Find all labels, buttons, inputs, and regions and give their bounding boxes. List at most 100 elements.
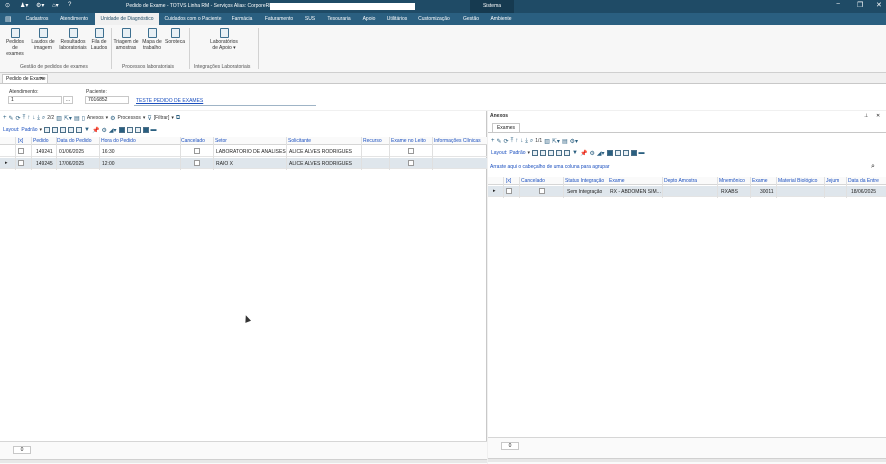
col-header-select[interactable]: [x] bbox=[506, 178, 511, 184]
view-option-icon[interactable] bbox=[606, 150, 613, 156]
cancelado-checkbox[interactable] bbox=[539, 188, 545, 194]
atendimento-lookup-button[interactable]: ... bbox=[63, 96, 73, 104]
print-icon[interactable]: ▤ bbox=[74, 115, 80, 122]
minus-icon[interactable]: ▬ bbox=[151, 127, 157, 133]
row-select-checkbox[interactable] bbox=[18, 148, 24, 154]
col-header-material-biologico[interactable]: Material Biológico bbox=[778, 178, 817, 184]
export-icon[interactable]: ⇱▾ bbox=[552, 138, 560, 145]
last-page-icon[interactable]: ⤓ bbox=[525, 138, 528, 145]
menu-tab-sus[interactable]: SUS bbox=[301, 13, 319, 25]
help-icon[interactable]: ? bbox=[68, 2, 71, 8]
next-icon[interactable]: ↓ bbox=[520, 138, 523, 144]
columns-icon[interactable]: ▥ bbox=[56, 115, 62, 122]
grid-option-icon[interactable] bbox=[532, 150, 539, 156]
menu-tab-atendimento[interactable]: Atendimento bbox=[55, 13, 93, 25]
group-by-hint[interactable]: Arraste aqui o cabeçalho de uma coluna p… bbox=[490, 164, 610, 170]
col-header-jejum[interactable]: Jejum bbox=[826, 178, 839, 184]
table-row[interactable]: ▸ 149245 17/06/2025 12:00 RAIO X ALICE A… bbox=[0, 158, 487, 169]
search-icon[interactable]: ⌕ bbox=[42, 115, 45, 122]
pin-icon[interactable]: 📌 bbox=[92, 127, 99, 134]
view-option-icon[interactable] bbox=[622, 150, 629, 156]
minus-icon[interactable]: ▬ bbox=[639, 150, 645, 156]
system-tab[interactable]: Sistema bbox=[470, 0, 514, 13]
table-row[interactable]: ▸ Sem Integração RX - ABDOMEN SIM... RXA… bbox=[488, 186, 886, 197]
paint-icon[interactable]: ▼ bbox=[84, 127, 90, 133]
minimize-icon[interactable]: − bbox=[836, 1, 840, 8]
cancelado-checkbox[interactable] bbox=[194, 148, 200, 154]
refresh-icon[interactable]: ⟳ bbox=[504, 138, 509, 145]
next-icon[interactable]: ↓ bbox=[32, 115, 35, 121]
first-page-icon[interactable]: ⤒ bbox=[23, 115, 26, 122]
edit-icon[interactable]: ✎ bbox=[497, 138, 502, 145]
laboratorios-apoio-button[interactable]: Laboratórios de Apoio ▾ bbox=[206, 28, 242, 51]
pedidos-exames-button[interactable]: Pedidos de exames bbox=[4, 28, 26, 57]
exame-leito-checkbox[interactable] bbox=[408, 160, 414, 166]
settings-icon[interactable]: ⚙ bbox=[589, 150, 594, 157]
resultados-laboratoriais-button[interactable]: Resultados laboratoriais bbox=[58, 28, 88, 51]
col-header-pedido[interactable]: Pedido bbox=[33, 138, 49, 144]
row-select-checkbox[interactable] bbox=[506, 188, 512, 194]
processos-button[interactable]: Processos bbox=[118, 115, 141, 121]
close-tab-icon[interactable]: ✕ bbox=[40, 75, 44, 83]
col-header-solicitante[interactable]: Solicitante bbox=[288, 138, 311, 144]
refresh-icon[interactable]: ⟳ bbox=[16, 115, 21, 122]
maximize-icon[interactable]: ❐ bbox=[857, 1, 863, 9]
menu-tab-faturamento[interactable]: Faturamento bbox=[259, 13, 299, 25]
grid-option-icon[interactable] bbox=[68, 127, 75, 133]
chart-icon[interactable]: ◢▾ bbox=[109, 127, 117, 134]
chart-icon[interactable]: ◢▾ bbox=[597, 150, 605, 157]
menu-tab-gestao[interactable]: Gestão bbox=[460, 13, 482, 25]
add-icon[interactable]: + bbox=[3, 115, 7, 121]
col-header-mnemonico[interactable]: Mnemônico bbox=[719, 178, 745, 184]
settings-icon[interactable]: ⚙ bbox=[101, 127, 106, 134]
close-panel-icon[interactable]: ✕ bbox=[876, 113, 880, 119]
soroteca-button[interactable]: Soroteca bbox=[164, 28, 186, 45]
atendimento-input[interactable]: 1 bbox=[8, 96, 62, 104]
view-option-icon[interactable] bbox=[134, 127, 141, 133]
grid-option-icon[interactable] bbox=[52, 127, 59, 133]
grid-option-icon[interactable] bbox=[548, 150, 555, 156]
filtrar-button[interactable]: [Filtrar] bbox=[154, 115, 170, 121]
menu-tab-utilitarios[interactable]: Utilitários bbox=[382, 13, 412, 25]
previous-icon[interactable]: ↑ bbox=[515, 138, 518, 144]
menu-tab-cuidados-paciente[interactable]: Cuidados com o Paciente bbox=[161, 13, 225, 25]
grid-option-icon[interactable] bbox=[540, 150, 547, 156]
paciente-input[interactable]: 7016852 bbox=[85, 96, 129, 104]
pin-panel-icon[interactable]: ⊥ bbox=[864, 113, 868, 119]
laudos-imagem-button[interactable]: Laudos de imagem bbox=[30, 28, 56, 51]
quick-access-icon[interactable]: ⚙▾ bbox=[36, 2, 44, 9]
view-option-icon[interactable] bbox=[126, 127, 133, 133]
menu-tab-customizacao[interactable]: Customização bbox=[414, 13, 454, 25]
doc-tab-pedido-exame[interactable]: Pedido de Exame ✕ bbox=[2, 74, 48, 83]
row-select-checkbox[interactable] bbox=[18, 160, 24, 166]
layout-select[interactable]: Padrão bbox=[21, 127, 37, 133]
export-icon[interactable]: ⇱▾ bbox=[64, 115, 72, 122]
print-icon[interactable]: ▤ bbox=[562, 138, 568, 145]
add-icon[interactable]: + bbox=[491, 138, 495, 144]
fila-laudos-button[interactable]: Fila de Laudos bbox=[89, 28, 109, 51]
col-header-exame[interactable]: Exame bbox=[609, 178, 625, 184]
edit-icon[interactable]: ✎ bbox=[9, 115, 14, 122]
process-gear-icon[interactable]: ⚙▾ bbox=[570, 138, 578, 145]
menu-tab-unidade-diagnostico[interactable]: Unidade de Diagnóstico bbox=[95, 13, 159, 25]
menu-tab-cadastros[interactable]: Cadastros bbox=[22, 13, 52, 25]
horizontal-scrollbar[interactable] bbox=[0, 459, 487, 463]
col-header-hora-pedido[interactable]: Hora do Pedido bbox=[101, 138, 136, 144]
col-header-cancelado[interactable]: Cancelado bbox=[181, 138, 205, 144]
app-menu-icon[interactable]: ▤ bbox=[5, 15, 12, 23]
col-header-data-entrega[interactable]: Data da Entre bbox=[848, 178, 879, 184]
menu-tab-farmacia[interactable]: Farmácia bbox=[227, 13, 257, 25]
previous-icon[interactable]: ↑ bbox=[27, 115, 30, 121]
grid-option-icon[interactable] bbox=[44, 127, 51, 133]
menu-tab-tesouraria[interactable]: Tesouraria bbox=[322, 13, 356, 25]
exame-leito-checkbox[interactable] bbox=[408, 148, 414, 154]
copy-icon[interactable]: ⧉ bbox=[176, 115, 180, 122]
triagem-amostras-button[interactable]: Triagem de amostras bbox=[113, 28, 139, 51]
view-option-icon[interactable] bbox=[614, 150, 621, 156]
cancelado-checkbox[interactable] bbox=[194, 160, 200, 166]
col-header-setor[interactable]: Setor bbox=[215, 138, 227, 144]
layout-select[interactable]: Padrão bbox=[509, 150, 525, 156]
user-menu-icon[interactable]: ♟▾ bbox=[20, 2, 28, 9]
col-header-status-integracao[interactable]: Status Integração bbox=[565, 178, 604, 184]
col-header-informacoes-clinicas[interactable]: Informações Clínicas bbox=[434, 138, 481, 144]
